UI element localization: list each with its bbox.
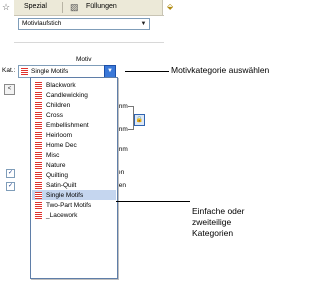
- callout-category-select: Motivkategorie auswählen: [171, 65, 270, 75]
- toolbar-separator: [62, 2, 63, 13]
- previous-button[interactable]: <: [4, 84, 15, 95]
- callout-line-bottom: [116, 201, 190, 202]
- list-item[interactable]: Quilting: [32, 170, 116, 180]
- motif-icon: [35, 172, 42, 179]
- bucket-tab[interactable]: ⬙: [162, 0, 178, 15]
- motif-icon: [35, 132, 42, 139]
- list-item[interactable]: Nature: [32, 160, 116, 170]
- chevron-down-icon: ▼: [140, 21, 147, 27]
- motif-icon: [35, 202, 42, 209]
- list-item[interactable]: Satin-Quilt: [32, 180, 116, 190]
- list-item-selected[interactable]: Single Motifs: [32, 190, 116, 200]
- list-item[interactable]: Two-Part Motifs: [32, 200, 116, 210]
- motif-icon: [35, 112, 42, 119]
- motif-icon: [35, 122, 42, 129]
- list-item[interactable]: _Lacework: [32, 210, 116, 220]
- spezial-tab-label[interactable]: Spezial: [24, 2, 47, 12]
- motif-icon: [35, 92, 42, 99]
- callout-line-top: [125, 71, 169, 72]
- unit-label: mm: [117, 126, 128, 133]
- list-item[interactable]: Misc: [32, 150, 116, 160]
- list-item[interactable]: Home Dec: [32, 140, 116, 150]
- section-divider: [14, 42, 164, 43]
- star-icon[interactable]: ☆: [2, 1, 10, 13]
- motif-icon: [35, 162, 42, 169]
- stitch-type-select[interactable]: Motivlaufstich ▼: [18, 18, 150, 30]
- category-value: Single Motifs: [31, 68, 69, 75]
- motif-icon: [35, 212, 42, 219]
- bucket-icon: ⬙: [167, 2, 174, 11]
- stitch-type-value: Motivlaufstich: [22, 20, 62, 27]
- list-item[interactable]: Candlewicking: [32, 90, 116, 100]
- motif-icon: [35, 152, 42, 159]
- fill-icon[interactable]: ▨: [70, 1, 79, 13]
- motif-icon: [21, 68, 28, 75]
- motif-icon: [35, 82, 42, 89]
- kat-label: Kat.:: [2, 67, 16, 74]
- list-item[interactable]: Heirloom: [32, 130, 116, 140]
- properties-panel: ☆ Spezial ▨ Füllungen ⬙ Motivlaufstich ▼…: [0, 0, 178, 286]
- toolbar: ☆ Spezial ▨ Füllungen ⬙: [2, 0, 178, 16]
- option-checkbox[interactable]: ✓: [6, 182, 15, 191]
- fuellungen-tab-label[interactable]: Füllungen: [86, 2, 117, 12]
- option-checkbox[interactable]: ✓: [6, 169, 15, 178]
- motif-icon: [35, 142, 42, 149]
- list-item[interactable]: Cross: [32, 110, 116, 120]
- list-item[interactable]: Children: [32, 100, 116, 110]
- list-item[interactable]: Embellishment: [32, 120, 116, 130]
- category-list[interactable]: Blackwork Candlewicking Children Cross E…: [30, 77, 118, 279]
- motif-icon: [35, 102, 42, 109]
- unit-label: mm: [117, 146, 128, 153]
- lock-icon[interactable]: 🔒: [134, 114, 145, 126]
- checkbox-label: ten: [117, 182, 127, 189]
- motiv-heading: Motiv: [76, 56, 92, 63]
- callout-category-types: Einfache oder zweiteilige Kategorien: [192, 206, 245, 238]
- motif-icon: [35, 192, 42, 199]
- motif-icon: [35, 182, 42, 189]
- unit-label: mm: [117, 103, 128, 110]
- checkbox-label: en: [117, 169, 125, 176]
- list-item[interactable]: Blackwork: [32, 80, 116, 90]
